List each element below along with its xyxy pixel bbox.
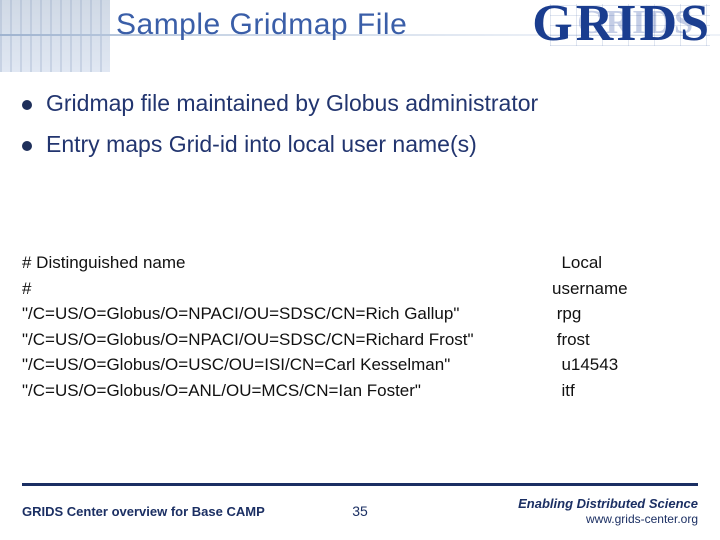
- grids-logo: GRIDS: [532, 0, 712, 50]
- gridmap-hash: #: [22, 276, 552, 302]
- footer-right: Enabling Distributed Science www.grids-c…: [518, 496, 698, 526]
- bullet-text: Entry maps Grid-id into local user name(…: [46, 131, 477, 158]
- slide-number: 35: [352, 503, 368, 519]
- bullet-text: Gridmap file maintained by Globus admini…: [46, 90, 538, 117]
- header-decor-block: [0, 0, 110, 72]
- gridmap-entry-row: "/C=US/O=Globus/O=NPACI/OU=SDSC/CN=Richa…: [22, 327, 698, 353]
- bullet-item: Gridmap file maintained by Globus admini…: [22, 90, 698, 117]
- gridmap-dn: "/C=US/O=Globus/O=NPACI/OU=SDSC/CN=Rich …: [22, 301, 552, 327]
- footer-left-text: GRIDS Center overview for Base CAMP: [22, 504, 265, 519]
- bullet-dot-icon: [22, 100, 32, 110]
- header-band: Sample Gridmap File GRIDS GRIDS: [0, 0, 720, 72]
- gridmap-local: frost: [552, 327, 590, 353]
- gridmap-header-local: Local: [552, 250, 602, 276]
- gridmap-dn: "/C=US/O=Globus/O=ANL/OU=MCS/CN=Ian Fost…: [22, 378, 552, 404]
- gridmap-entry-row: "/C=US/O=Globus/O=USC/OU=ISI/CN=Carl Kes…: [22, 352, 698, 378]
- footer-tagline: Enabling Distributed Science: [518, 496, 698, 512]
- gridmap-local: rpg: [552, 301, 581, 327]
- footer-url: www.grids-center.org: [518, 512, 698, 526]
- bullet-list: Gridmap file maintained by Globus admini…: [22, 90, 698, 172]
- gridmap-file-listing: # Distinguished name Local # username "/…: [22, 250, 698, 403]
- gridmap-local: itf: [552, 378, 575, 404]
- slide: Sample Gridmap File GRIDS GRIDS Gridmap …: [0, 0, 720, 540]
- gridmap-local: u14543: [552, 352, 618, 378]
- gridmap-header-row: # Distinguished name Local: [22, 250, 698, 276]
- gridmap-header-row-2: # username: [22, 276, 698, 302]
- gridmap-entry-row: "/C=US/O=Globus/O=NPACI/OU=SDSC/CN=Rich …: [22, 301, 698, 327]
- bullet-dot-icon: [22, 141, 32, 151]
- gridmap-header-local-2: username: [552, 276, 628, 302]
- bullet-item: Entry maps Grid-id into local user name(…: [22, 131, 698, 158]
- footer-separator: [22, 483, 698, 486]
- gridmap-dn: "/C=US/O=Globus/O=USC/OU=ISI/CN=Carl Kes…: [22, 352, 552, 378]
- gridmap-header-dn: # Distinguished name: [22, 250, 552, 276]
- footer: GRIDS Center overview for Base CAMP 35 E…: [22, 496, 698, 526]
- gridmap-dn: "/C=US/O=Globus/O=NPACI/OU=SDSC/CN=Richa…: [22, 327, 552, 353]
- gridmap-entry-row: "/C=US/O=Globus/O=ANL/OU=MCS/CN=Ian Fost…: [22, 378, 698, 404]
- slide-title: Sample Gridmap File: [116, 8, 407, 42]
